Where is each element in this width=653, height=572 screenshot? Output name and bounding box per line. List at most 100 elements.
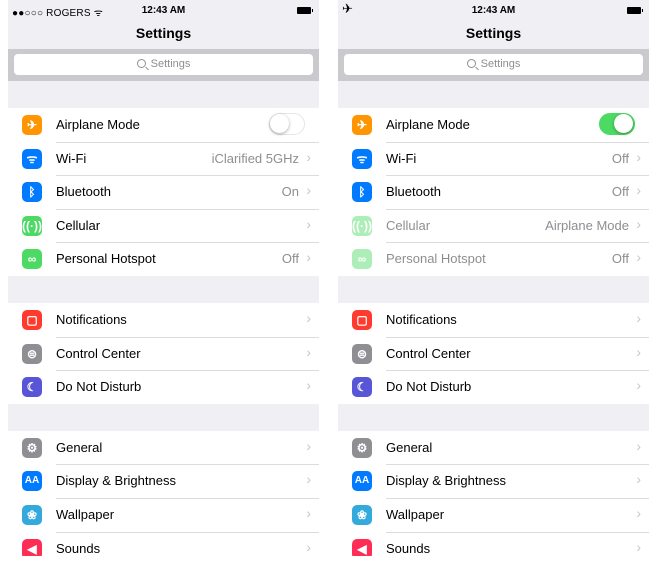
row-general[interactable]: ⚙ General › <box>338 431 649 465</box>
bluetooth-icon: ᛒ <box>22 182 42 203</box>
search-bar-container: Settings <box>338 49 649 81</box>
row-airplane-mode[interactable]: ✈ Airplane Mode <box>338 108 649 142</box>
status-bar: ●●○○○ ROGERS ᯤ 12:43 AM <box>8 0 319 21</box>
chevron-right-icon: › <box>306 437 311 454</box>
chevron-right-icon: › <box>636 148 641 165</box>
row-personal-hotspot[interactable]: ∞ Personal Hotspot Off › <box>8 242 319 276</box>
row-label: Cellular <box>56 217 101 233</box>
row-notifications[interactable]: ▢ Notifications › <box>8 303 319 337</box>
row-do-not-disturb[interactable]: ☾ Do Not Disturb › <box>338 370 649 404</box>
row-label: Display & Brightness <box>386 473 506 489</box>
chevron-right-icon: › <box>306 504 311 521</box>
chevron-right-icon: › <box>636 471 641 488</box>
chevron-right-icon: › <box>306 215 311 232</box>
airplane-icon: ✈ <box>22 115 42 135</box>
hotspot-icon: ∞ <box>22 249 42 270</box>
wifi-icon: ᯤ <box>352 148 372 169</box>
search-icon <box>136 59 146 68</box>
row-label: General <box>386 439 433 455</box>
settings-group-general: ⚙ General › AA Display & Brightness › ❀ … <box>8 430 319 556</box>
airplane-icon: ✈ <box>352 115 372 135</box>
chevron-right-icon: › <box>636 343 641 360</box>
chevron-right-icon: › <box>306 148 311 165</box>
status-bar: ✈ 12:43 AM <box>338 0 649 21</box>
row-cellular[interactable]: ((·)) Cellular › <box>8 208 319 243</box>
gear-icon: ⚙ <box>352 437 372 458</box>
wifi-icon: ᯤ <box>22 148 42 169</box>
speaker-icon: ◀ <box>22 538 42 556</box>
airplane-mode-toggle[interactable] <box>269 113 305 135</box>
row-notifications[interactable]: ▢ Notifications › <box>338 303 649 337</box>
search-placeholder: Settings <box>150 58 191 70</box>
row-sounds[interactable]: ◀ Sounds › <box>8 531 319 556</box>
row-label: Airplane Mode <box>386 117 470 132</box>
row-label: Personal Hotspot <box>56 251 156 267</box>
settings-group-general: ⚙ General › AA Display & Brightness › ❀ … <box>338 430 649 556</box>
cellular-icon: ((·)) <box>22 215 42 236</box>
chevron-right-icon: › <box>636 215 641 232</box>
row-label: Do Not Disturb <box>56 379 142 395</box>
search-input[interactable]: Settings <box>14 54 313 75</box>
display-icon: AA <box>22 471 42 492</box>
row-wifi[interactable]: ᯤ Wi-Fi iClarified 5GHz › <box>8 141 319 176</box>
row-general[interactable]: ⚙ General › <box>8 431 319 465</box>
row-wifi[interactable]: ᯤ Wi-Fi Off › <box>338 141 649 176</box>
airplane-mode-toggle[interactable] <box>599 113 635 135</box>
row-label: Notifications <box>386 311 457 327</box>
row-wallpaper[interactable]: ❀ Wallpaper › <box>338 497 649 532</box>
battery-icon <box>627 7 643 14</box>
chevron-right-icon: › <box>636 309 641 326</box>
row-value: Airplane Mode <box>545 217 629 233</box>
row-display-brightness[interactable]: AA Display & Brightness › <box>8 464 319 498</box>
row-label: Control Center <box>56 345 141 361</box>
row-value: Off <box>611 251 629 267</box>
row-airplane-mode[interactable]: ✈ Airplane Mode <box>8 108 319 142</box>
chevron-right-icon: › <box>306 377 311 394</box>
chevron-right-icon: › <box>306 471 311 488</box>
row-label: Sounds <box>386 540 431 556</box>
row-label: Sounds <box>56 540 101 556</box>
moon-icon: ☾ <box>22 377 42 398</box>
wallpaper-icon: ❀ <box>22 504 42 525</box>
row-control-center[interactable]: ⊜ Control Center › <box>338 336 649 371</box>
row-label: Wallpaper <box>386 506 445 522</box>
phone-screen-left: ●●○○○ ROGERS ᯤ 12:43 AM Settings Setting… <box>8 0 319 556</box>
notifications-icon: ▢ <box>22 309 42 330</box>
row-display-brightness[interactable]: AA Display & Brightness › <box>338 464 649 498</box>
chevron-right-icon: › <box>306 309 311 326</box>
settings-group-connectivity: ✈ Airplane Mode ᯤ Wi-Fi iClarified 5GHz … <box>8 108 319 276</box>
row-value: Off <box>611 184 629 200</box>
search-placeholder: Settings <box>480 58 521 70</box>
row-label: Control Center <box>386 345 471 361</box>
row-do-not-disturb[interactable]: ☾ Do Not Disturb › <box>8 370 319 404</box>
row-sounds[interactable]: ◀ Sounds › <box>338 531 649 556</box>
phone-screen-right: ✈ 12:43 AM Settings Settings ✈ Airplane … <box>338 0 649 556</box>
search-bar-container: Settings <box>8 49 319 81</box>
control-center-icon: ⊜ <box>352 343 372 364</box>
row-label: General <box>56 439 103 455</box>
status-time: 12:43 AM <box>141 5 186 16</box>
search-icon <box>466 59 476 68</box>
row-personal-hotspot: ∞ Personal Hotspot Off › <box>338 242 649 276</box>
gear-icon: ⚙ <box>22 437 42 458</box>
row-label: Do Not Disturb <box>386 379 472 395</box>
row-bluetooth[interactable]: ᛒ Bluetooth Off › <box>338 175 649 209</box>
control-center-icon: ⊜ <box>22 343 42 364</box>
chevron-right-icon: › <box>636 249 641 266</box>
row-control-center[interactable]: ⊜ Control Center › <box>8 336 319 371</box>
row-value: Off <box>611 150 629 166</box>
display-icon: AA <box>352 471 372 492</box>
battery-icon <box>297 7 313 14</box>
search-input[interactable]: Settings <box>344 54 643 75</box>
settings-group-connectivity: ✈ Airplane Mode ᯤ Wi-Fi Off › ᛒ Bluetoot… <box>338 108 649 276</box>
bluetooth-icon: ᛒ <box>352 182 372 203</box>
settings-group-notifications: ▢ Notifications › ⊜ Control Center › ☾ D… <box>8 302 319 404</box>
row-cellular: ((·)) Cellular Airplane Mode › <box>338 208 649 243</box>
chevron-right-icon: › <box>306 538 311 555</box>
row-wallpaper[interactable]: ❀ Wallpaper › <box>8 497 319 532</box>
chevron-right-icon: › <box>636 377 641 394</box>
row-bluetooth[interactable]: ᛒ Bluetooth On › <box>8 175 319 209</box>
notifications-icon: ▢ <box>352 309 372 330</box>
row-label: Display & Brightness <box>56 473 176 489</box>
row-label: Notifications <box>56 311 127 327</box>
